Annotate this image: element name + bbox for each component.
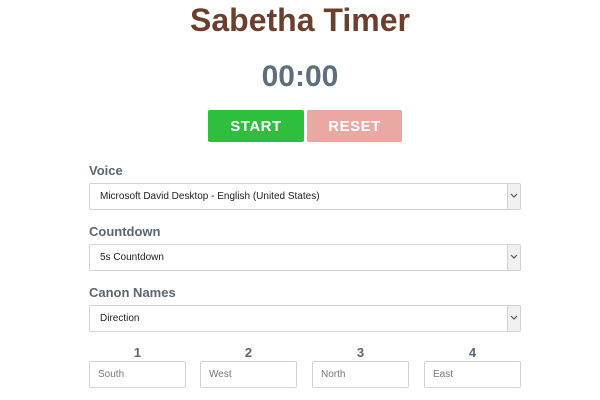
canon-input-4[interactable] — [424, 361, 521, 388]
canon-names-label: Canon Names — [89, 285, 176, 300]
reset-button[interactable]: RESET — [307, 110, 402, 142]
voice-dropdown-arrow[interactable] — [507, 184, 520, 209]
timer-display: 00:00 — [261, 60, 339, 93]
timer-page: Sabetha Timer 00:00 START RESET Voice Mi… — [0, 0, 600, 400]
canon-names-select-value: Direction — [100, 313, 140, 324]
canon-input-1[interactable] — [89, 361, 186, 388]
page-title: Sabetha Timer — [190, 2, 410, 38]
voice-label: Voice — [89, 163, 123, 178]
canon-number-3: 3 — [356, 345, 365, 360]
canon-input-3[interactable] — [312, 361, 409, 388]
chevron-down-icon — [510, 193, 518, 198]
canon-number-1: 1 — [133, 345, 142, 360]
canon-input-2[interactable] — [200, 361, 297, 388]
start-button[interactable]: START — [208, 110, 304, 142]
voice-select[interactable]: Microsoft David Desktop - English (Unite… — [89, 183, 521, 210]
countdown-dropdown-arrow[interactable] — [507, 245, 520, 270]
canon-names-select[interactable]: Direction — [89, 305, 521, 332]
countdown-label: Countdown — [89, 224, 161, 239]
countdown-select[interactable]: 5s Countdown — [89, 244, 521, 271]
canon-names-dropdown-arrow[interactable] — [507, 306, 520, 331]
canon-number-4: 4 — [468, 345, 477, 360]
voice-select-value: Microsoft David Desktop - English (Unite… — [100, 191, 320, 202]
chevron-down-icon — [510, 254, 518, 259]
countdown-select-value: 5s Countdown — [100, 252, 164, 263]
chevron-down-icon — [510, 315, 518, 320]
canon-number-2: 2 — [244, 345, 253, 360]
